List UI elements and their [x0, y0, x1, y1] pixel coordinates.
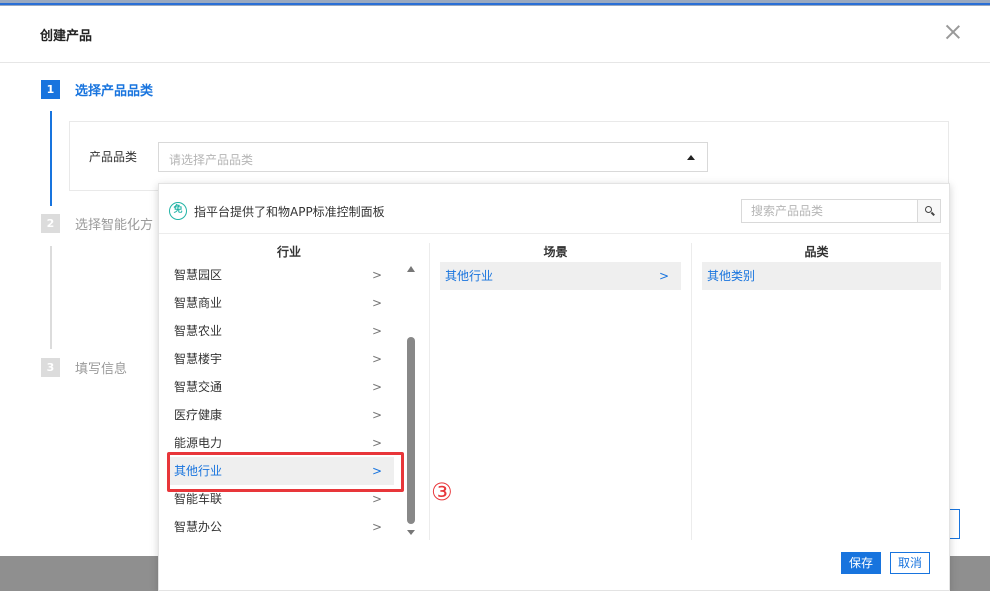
list-item-label: 智慧楼宇 [174, 352, 223, 366]
list-item-label: 智慧商业 [174, 296, 223, 310]
list-item[interactable]: 智慧办公 > [169, 513, 394, 541]
step-2-number: 2 [41, 214, 60, 233]
category-placeholder: 请选择产品品类 [169, 153, 254, 167]
step-1-number: 1 [41, 80, 60, 99]
chevron-right-icon: > [371, 380, 382, 394]
chevron-right-icon: > [658, 269, 669, 283]
chevron-right-icon: > [371, 352, 382, 366]
step-2-label: 选择智能化方 [75, 218, 154, 233]
cancel-button[interactable]: 取消 [890, 552, 930, 574]
step-connector-2 [50, 246, 52, 349]
list-item-label: 其他类别 [707, 269, 756, 283]
annotation-highlight-box [167, 452, 404, 492]
chevron-right-icon: > [371, 296, 382, 310]
modal-header: 创建产品 [0, 6, 990, 63]
caret-up-icon [687, 155, 695, 160]
scene-list: 其他行业 > [430, 262, 681, 290]
chevron-right-icon: > [371, 268, 382, 282]
list-item[interactable]: 其他类别 [702, 262, 941, 290]
industry-scrollbar[interactable] [405, 262, 417, 536]
close-icon[interactable] [944, 23, 962, 41]
chevron-right-icon: > [371, 520, 382, 534]
step-1-label: 选择产品品类 [75, 84, 154, 99]
category-header: 品类 [804, 245, 829, 259]
panel-tip: 指平台提供了和物APP标准控制面板 [194, 205, 385, 219]
category-column: 品类 其他类别 [691, 243, 941, 540]
list-item-label: 智能车联 [174, 492, 223, 506]
step-1: 1 选择产品品类 [41, 80, 153, 99]
industry-list: 智慧园区 > 智慧商业 > 智慧农业 > 智慧楼宇 > 智慧交通 > 医疗健康 > 能源电力 > 其他行业 >… [169, 261, 409, 541]
list-item[interactable]: 智慧商业 > [169, 289, 394, 317]
step-3: 3 填写信息 [41, 358, 127, 377]
list-item-label: 医疗健康 [174, 408, 223, 422]
list-item[interactable]: 智慧交通 > [169, 373, 394, 401]
step-connector-1 [50, 111, 52, 206]
scene-column: 场景 其他行业 > [429, 243, 681, 540]
chevron-right-icon: > [371, 324, 382, 338]
industry-header: 行业 [276, 245, 301, 259]
step-3-number: 3 [41, 358, 60, 377]
category-list: 其他类别 [692, 262, 941, 290]
chevron-right-icon: > [371, 408, 382, 422]
background-accent-line [0, 3, 990, 5]
list-item-label: 智慧交通 [174, 380, 223, 394]
list-item[interactable]: 智慧农业 > [169, 317, 394, 345]
scene-header: 场景 [543, 245, 568, 259]
list-item-label: 智慧办公 [174, 520, 223, 534]
category-search [741, 199, 941, 223]
list-item[interactable]: 智慧楼宇 > [169, 345, 394, 373]
modal-title: 创建产品 [40, 29, 93, 44]
step-3-label: 填写信息 [75, 362, 128, 377]
search-icon[interactable] [917, 200, 940, 222]
list-item-label: 能源电力 [174, 436, 223, 450]
step-2: 2 选择智能化方 [41, 214, 153, 233]
list-item-label: 其他行业 [445, 269, 494, 283]
free-badge-icon: 免 [169, 202, 187, 220]
scroll-down-icon[interactable] [407, 530, 415, 535]
save-button[interactable]: 保存 [841, 552, 881, 574]
category-search-input[interactable] [742, 200, 917, 222]
scroll-up-icon[interactable] [407, 266, 415, 272]
list-item[interactable]: 智慧园区 > [169, 261, 394, 289]
industry-column: 行业 智慧园区 > 智慧商业 > 智慧农业 > 智慧楼宇 > 智慧交通 > 医疗健康 > 能源电力 > 其他… [169, 243, 409, 541]
category-dropdown-panel: 免 指平台提供了和物APP标准控制面板 行业 智慧园区>智慧商业>智慧农业>智慧… [158, 183, 950, 591]
category-select[interactable]: 请选择产品品类 [158, 142, 708, 172]
annotation-step-marker: ③ [431, 478, 453, 506]
category-label: 产品品类 [89, 150, 138, 164]
scroll-thumb[interactable] [407, 337, 415, 524]
list-item[interactable]: 其他行业 > [440, 262, 681, 290]
list-item[interactable]: 医疗健康 > [169, 401, 394, 429]
list-item-label: 智慧农业 [174, 324, 223, 338]
list-item-label: 智慧园区 [174, 268, 223, 282]
dropdown-toolbar: 免 指平台提供了和物APP标准控制面板 [159, 184, 949, 234]
